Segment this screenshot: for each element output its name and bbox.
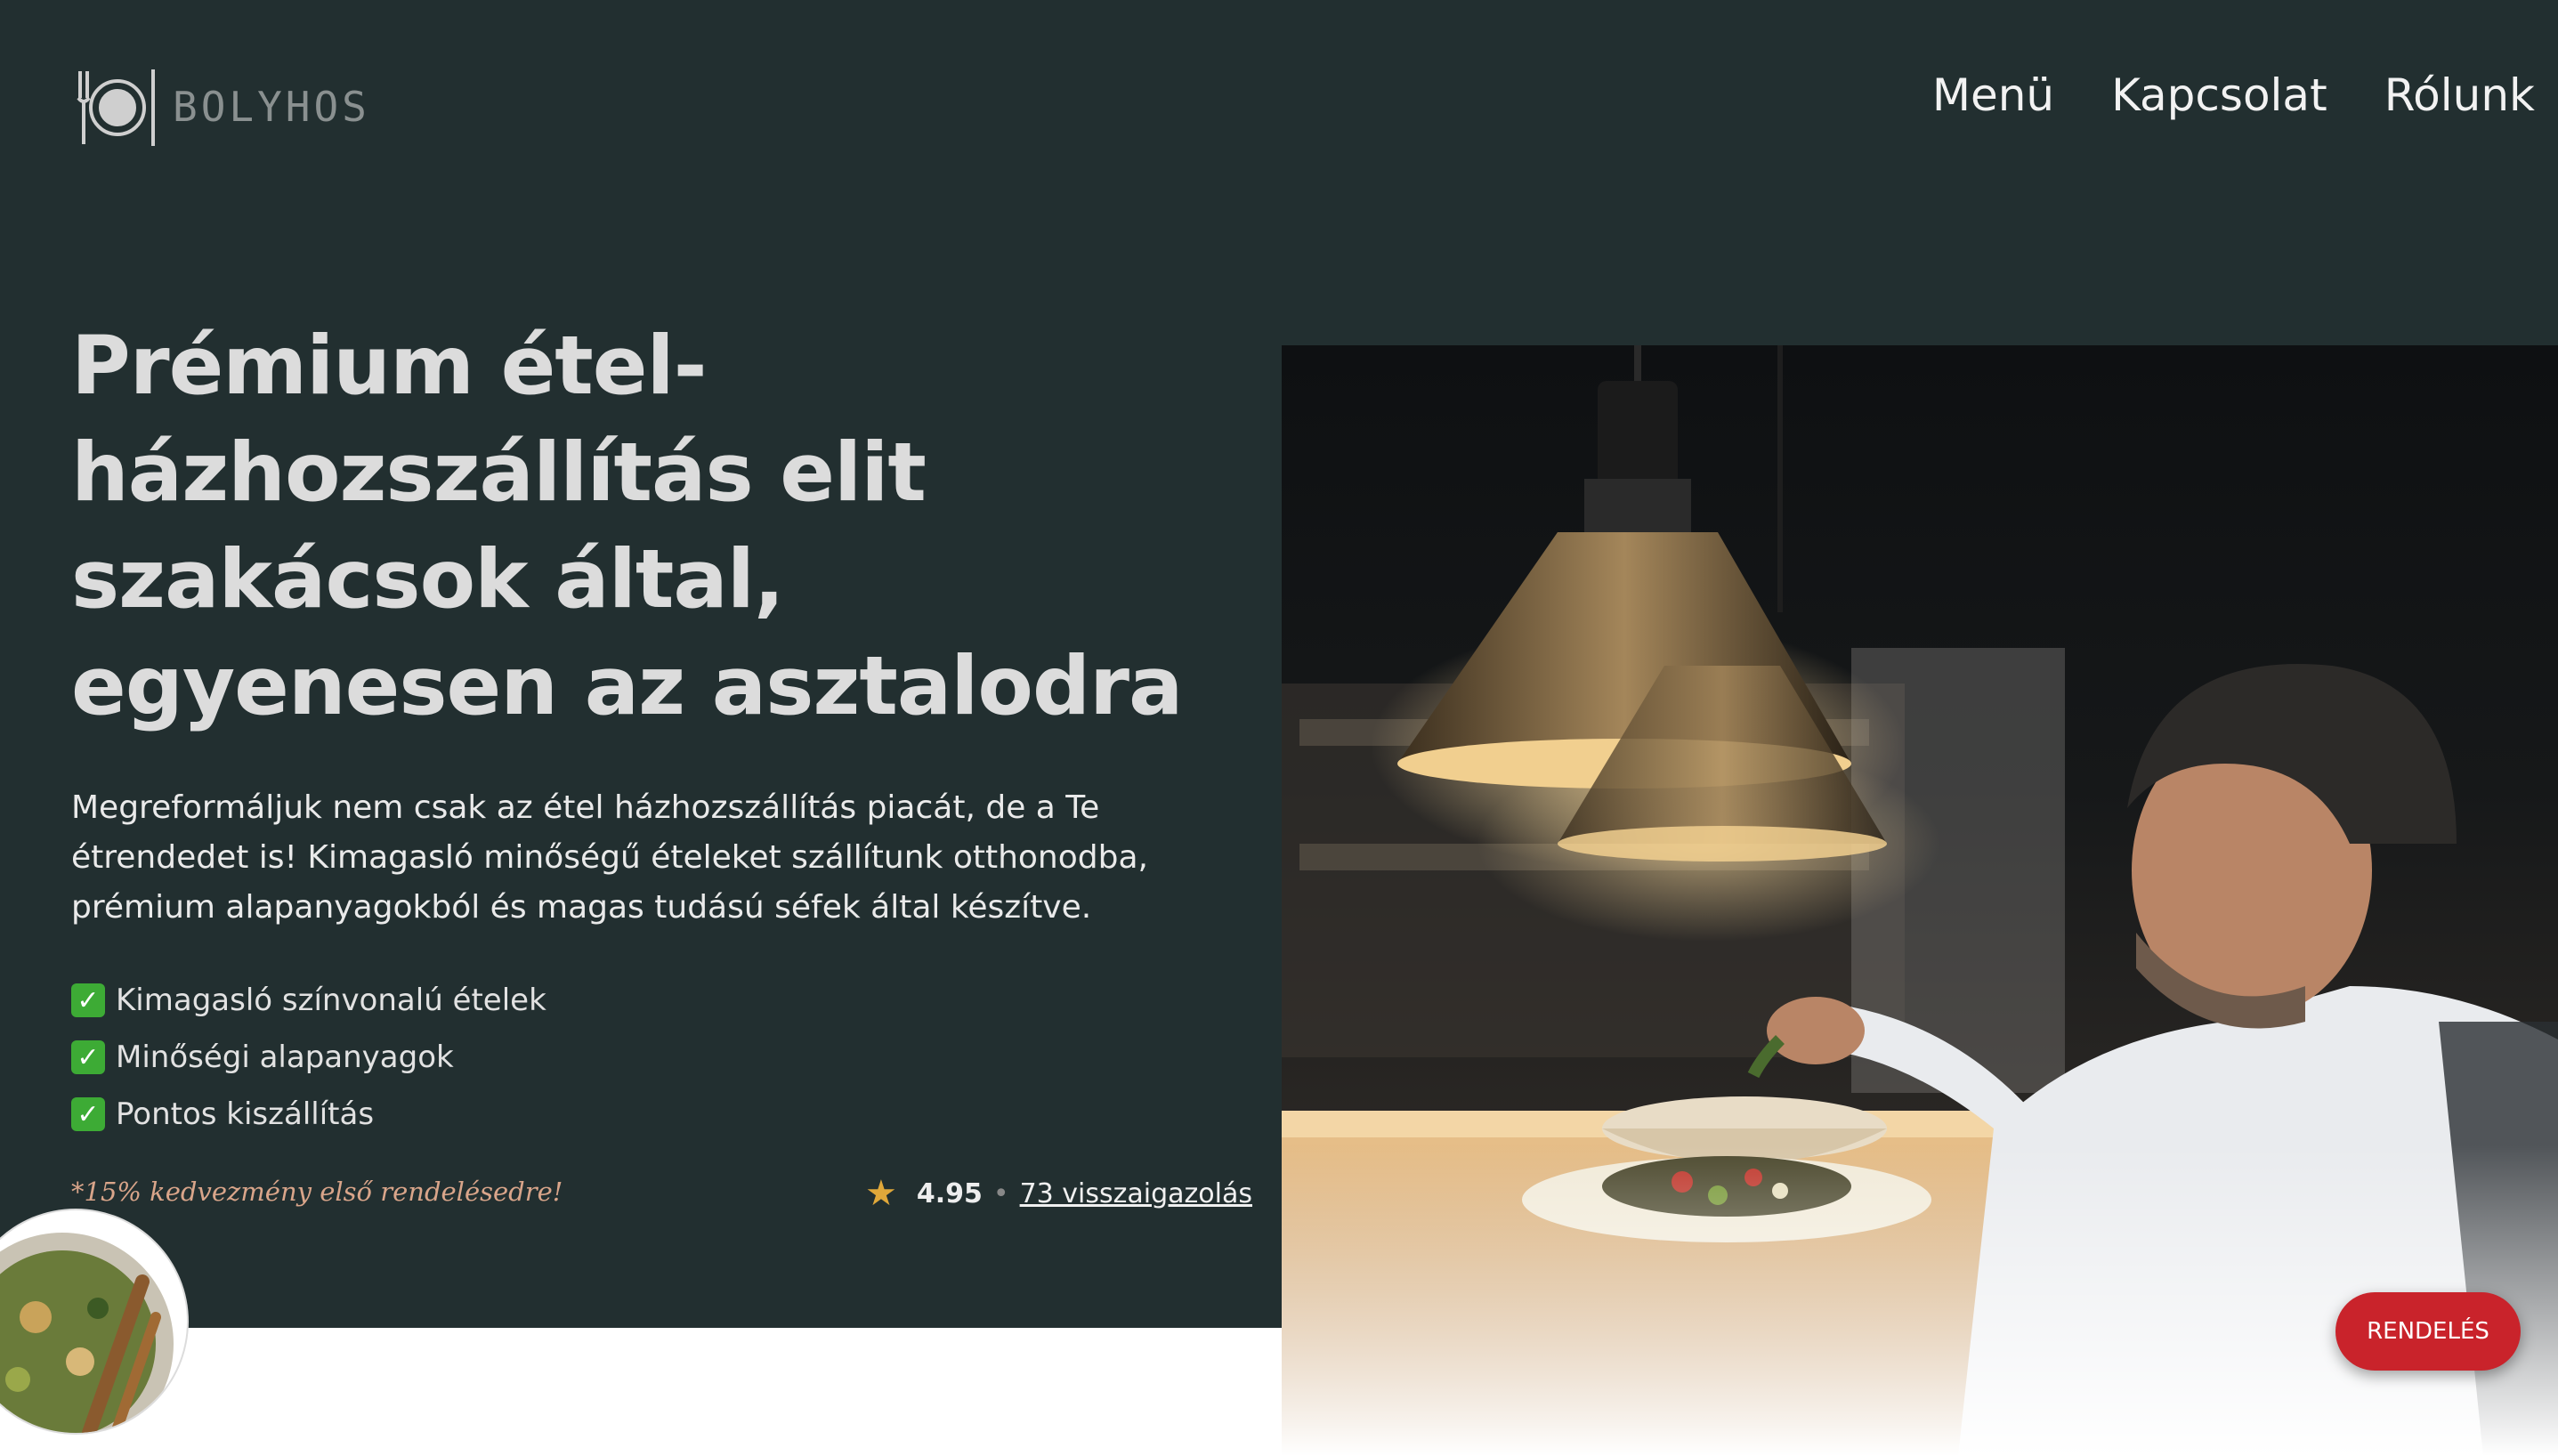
feature-text: Minőségi alapanyagok xyxy=(116,1039,454,1075)
main-nav: Menü Kapcsolat Rólunk xyxy=(1932,69,2535,121)
feature-item: ✓ Pontos kiszállítás xyxy=(71,1086,546,1143)
discount-note: *15% kedvezmény első rendelésedre! xyxy=(71,1177,563,1207)
logo-wordmark: BOLYHOS xyxy=(173,83,370,131)
nav-link-menu[interactable]: Menü xyxy=(1932,69,2054,121)
feature-text: Kimagasló színvonalú ételek xyxy=(116,983,546,1018)
star-icon: ★ xyxy=(865,1173,897,1214)
nav-link-about[interactable]: Rólunk xyxy=(2384,69,2535,121)
order-button[interactable]: RENDELÉS xyxy=(2335,1292,2521,1371)
feature-list: ✓ Kimagasló színvonalú ételek ✓ Minőségi… xyxy=(71,972,546,1143)
hero-photo-chef xyxy=(1282,345,2558,1456)
check-mark-icon: ✓ xyxy=(71,983,105,1017)
separator-dot: • xyxy=(992,1177,1009,1209)
feature-item: ✓ Minőségi alapanyagok xyxy=(71,1029,546,1086)
hero-description: Megreformáljuk nem csak az étel házhozsz… xyxy=(71,789,1148,926)
reviews-link[interactable]: 73 visszaigazolás xyxy=(1020,1178,1252,1209)
check-mark-icon: ✓ xyxy=(71,1040,105,1074)
photo-fade-overlay xyxy=(1282,345,2558,1456)
plate-cutlery-icon xyxy=(73,62,162,151)
check-mark-icon: ✓ xyxy=(71,1097,105,1131)
feature-text: Pontos kiszállítás xyxy=(116,1096,375,1132)
rating-value: 4.95 xyxy=(916,1177,983,1209)
rating-summary: ★ 4.95 • 73 visszaigazolás xyxy=(865,1173,1252,1214)
hero-title: Prémium étel-házhozszállítás elit szakác… xyxy=(71,320,1183,733)
nav-link-contact[interactable]: Kapcsolat xyxy=(2111,69,2327,121)
site-logo[interactable]: BOLYHOS xyxy=(73,62,370,151)
feature-item: ✓ Kimagasló színvonalú ételek xyxy=(71,972,546,1029)
